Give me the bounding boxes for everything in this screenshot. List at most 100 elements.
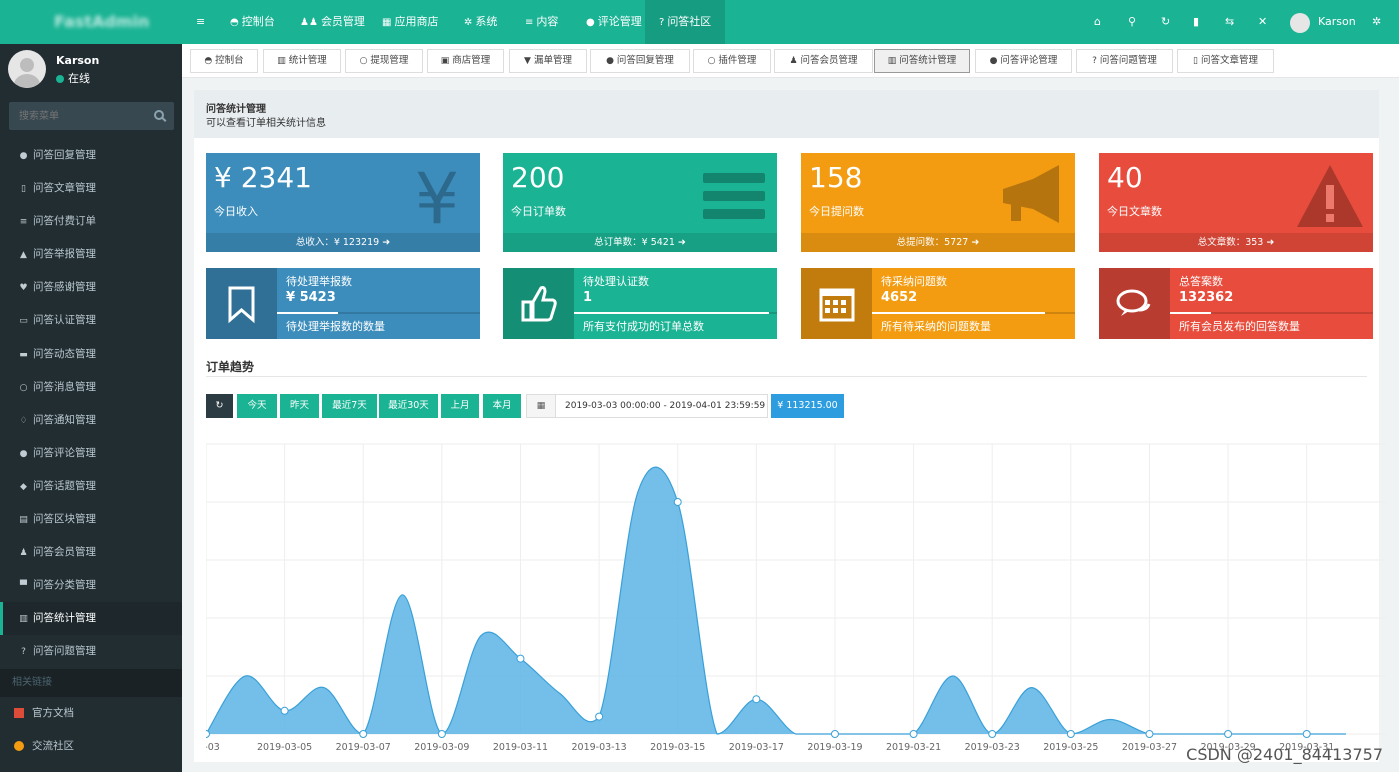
folder-icon: ▀: [20, 581, 27, 592]
dashboard-icon: ◓: [230, 17, 239, 28]
user-panel: Karson 在线: [0, 44, 182, 96]
search-icon[interactable]: ⚲: [1128, 0, 1136, 44]
tab-2[interactable]: ○ 提现管理: [345, 49, 423, 73]
stat-footer-text: 总提问数：5727: [896, 237, 969, 248]
x-tick-label: 2019-03-05: [257, 742, 312, 753]
tab-0[interactable]: ◓ 控制台: [190, 49, 258, 73]
data-point: [437, 730, 446, 738]
navbar-user-name[interactable]: Karson: [1318, 0, 1356, 44]
comment-icon: ●: [19, 151, 28, 161]
sidebar-item-label: 问答消息管理: [33, 380, 96, 393]
sidebar-item-9[interactable]: ● 问答评论管理: [0, 437, 182, 470]
range-button-1[interactable]: 昨天: [280, 394, 319, 418]
tab-9[interactable]: ● 问答评论管理: [975, 49, 1072, 73]
sidebar-item-label: 问答通知管理: [33, 413, 96, 426]
sidebar-item-13[interactable]: ▀ 问答分类管理: [0, 569, 182, 602]
stat-footer[interactable]: 总订单数：¥ 5421 ➜: [503, 233, 777, 252]
filter-icon: ▼: [524, 56, 531, 66]
tab-3[interactable]: ▣ 商店管理: [427, 49, 504, 73]
sidebar-link-1[interactable]: 交流社区: [0, 730, 182, 763]
calendar-icon[interactable]: ▦: [527, 395, 556, 417]
refresh-button[interactable]: ↻: [206, 394, 233, 418]
stat-card-3[interactable]: 40 今日文章数 总文章数：353 ➜: [1099, 153, 1373, 252]
tab-7[interactable]: ♟ 问答会员管理: [774, 49, 873, 73]
info-box-2[interactable]: 待采纳问题数 4652 所有待采纳的问题数量: [801, 268, 1075, 339]
search-input[interactable]: [9, 102, 174, 130]
home-icon[interactable]: ⌂: [1094, 0, 1101, 44]
sidebar-item-label: 问答区块管理: [33, 513, 96, 526]
navbar-avatar[interactable]: [1290, 13, 1310, 33]
menu-toggle-icon[interactable]: ≡: [196, 0, 205, 44]
info-box-1[interactable]: 待处理认证数 1 所有支付成功的订单总数: [503, 268, 777, 339]
tab-11[interactable]: ▯ 问答文章管理: [1177, 49, 1274, 73]
stat-card-0[interactable]: ¥ ¥ 2341 今日收入 总收入：¥ 123219 ➜: [206, 153, 480, 252]
language-icon[interactable]: ⇆: [1225, 0, 1234, 44]
stat-footer[interactable]: 总提问数：5727 ➜: [801, 233, 1075, 252]
arrow-circle-right-icon: ➜: [674, 237, 686, 248]
tab-8[interactable]: ▥ 问答统计管理: [874, 49, 970, 73]
info-box-0[interactable]: 待处理举报数 ¥ 5423 待处理举报数的数量: [206, 268, 480, 339]
page-title: 问答统计管理: [206, 104, 266, 115]
nav-item-0[interactable]: ◓ 控制台: [230, 0, 275, 44]
logo[interactable]: FastAdmin: [0, 0, 182, 44]
fullscreen-icon[interactable]: ✕: [1258, 0, 1267, 44]
sidebar-item-11[interactable]: ▤ 问答区块管理: [0, 503, 182, 536]
sidebar-item-5[interactable]: ▭ 问答认证管理: [0, 304, 182, 337]
nav-item-3[interactable]: ✲ 系统: [464, 0, 497, 44]
info-progress: [277, 312, 480, 314]
range-button-4[interactable]: 上月: [441, 394, 479, 418]
nav-item-2[interactable]: ▦ 应用商店: [382, 0, 438, 44]
refresh-icon[interactable]: ↻: [1161, 0, 1170, 44]
info-progress-fill: [574, 312, 769, 314]
data-point: [359, 730, 368, 738]
nav-item-1[interactable]: ♟♟ 会员管理: [300, 0, 365, 44]
sidebar-link-0[interactable]: 官方文档: [0, 697, 182, 730]
data-point: [909, 730, 918, 738]
nav-item-4[interactable]: ≡ 内容: [525, 0, 558, 44]
data-point: [202, 730, 210, 738]
tab-4[interactable]: ▼ 漏单管理: [509, 49, 587, 73]
tab-10[interactable]: ? 问答问题管理: [1076, 49, 1173, 73]
range-button-3[interactable]: 最近30天: [379, 394, 438, 418]
nav-item-5[interactable]: ● 评论管理: [586, 0, 642, 44]
search-icon[interactable]: [154, 110, 164, 120]
tab-6[interactable]: ○ 插件管理: [693, 49, 771, 73]
info-box-3[interactable]: 总答案数 132362 所有会员发布的回答数量: [1099, 268, 1373, 339]
nav-item-label: 内容: [536, 15, 559, 28]
nav-item-6[interactable]: ? 问答社区: [645, 0, 726, 44]
tab-1[interactable]: ▥ 统计管理: [263, 49, 341, 73]
sidebar-item-0[interactable]: ● 问答回复管理: [0, 139, 182, 172]
info-description: 待处理举报数的数量: [286, 320, 385, 333]
trash-icon[interactable]: ▮: [1193, 0, 1199, 44]
date-range-picker[interactable]: ▦: [526, 394, 768, 418]
sidebar-item-7[interactable]: ○ 问答消息管理: [0, 371, 182, 404]
sidebar-item-8[interactable]: ♢ 问答通知管理: [0, 404, 182, 437]
info-progress-fill: [277, 312, 338, 314]
user-icon: ♟: [19, 548, 28, 559]
total-amount-button[interactable]: ¥ 113215.00: [771, 394, 844, 418]
sidebar-item-6[interactable]: ▬ 问答动态管理: [0, 338, 182, 371]
sidebar-item-14[interactable]: ▥ 问答统计管理: [0, 602, 182, 636]
sidebar-item-3[interactable]: ▲ 问答举报管理: [0, 238, 182, 271]
tab-5[interactable]: ● 问答回复管理: [590, 49, 690, 73]
avatar: [8, 50, 46, 88]
sidebar-item-12[interactable]: ♟ 问答会员管理: [0, 536, 182, 569]
range-button-5[interactable]: 本月: [483, 394, 521, 418]
calendar-icon: [801, 268, 872, 339]
range-button-2[interactable]: 最近7天: [322, 394, 377, 418]
tab-label: 控制台: [215, 55, 244, 66]
sidebar-item-2[interactable]: ≡ 问答付费订单: [0, 205, 182, 238]
stat-card-1[interactable]: 200 今日订单数 总订单数：¥ 5421 ➜: [503, 153, 777, 252]
stat-card-2[interactable]: 158 今日提问数 总提问数：5727 ➜: [801, 153, 1075, 252]
sidebar-item-label: 问答文章管理: [33, 182, 96, 195]
date-range-input[interactable]: [557, 395, 767, 417]
sidebar-item-1[interactable]: ▯ 问答文章管理: [0, 172, 182, 205]
range-button-0[interactable]: 今天: [237, 394, 277, 418]
stat-footer[interactable]: 总收入：¥ 123219 ➜: [206, 233, 480, 252]
sidebar-item-4[interactable]: ♥ 问答感谢管理: [0, 271, 182, 304]
sidebar-item-10[interactable]: ◆ 问答话题管理: [0, 470, 182, 503]
stat-footer[interactable]: 总文章数：353 ➜: [1099, 233, 1373, 252]
bar-chart-icon: ▥: [19, 614, 28, 625]
sidebar-item-15[interactable]: ? 问答问题管理: [0, 635, 182, 668]
settings-icon[interactable]: ✲: [1372, 0, 1381, 44]
